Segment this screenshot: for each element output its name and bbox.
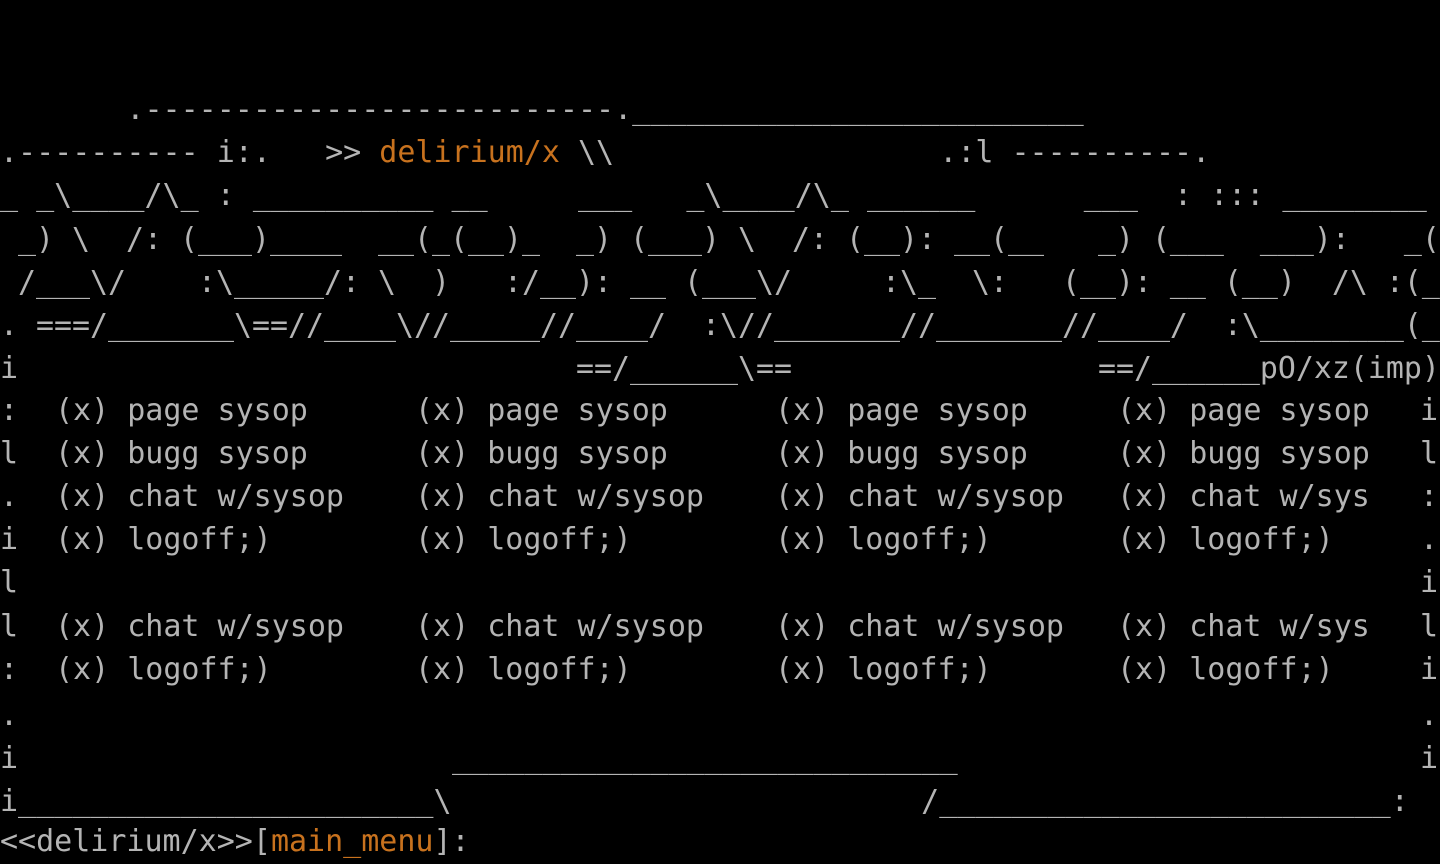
menu-spacer-row: li bbox=[0, 561, 1440, 604]
frame-left-char: l bbox=[0, 565, 19, 600]
frame-right-char: . bbox=[1420, 698, 1439, 733]
command-prompt[interactable]: <<delirium/x>>[main_menu]: bbox=[0, 820, 1440, 863]
menu-row: : (x) logoff;) (x) logoff;) (x) logoff;) (x)… bbox=[0, 648, 1440, 691]
banner-title-line: .---------- i:. >> delirium/x \\ .:l ---… bbox=[0, 131, 1440, 174]
frame-left-char: i bbox=[0, 741, 19, 776]
banner-line-5: /___\/ :\_____/: \ ) :/__): __ (___\/ :\… bbox=[0, 264, 1440, 300]
frame-left-char: . bbox=[0, 479, 19, 514]
menu-item[interactable]: (x) page sysop bbox=[775, 389, 1028, 432]
menu-item[interactable]: (x) chat w/sysop bbox=[775, 475, 1064, 518]
menu-item[interactable]: (x) chat w/sys bbox=[1117, 475, 1370, 518]
terminal-screen: .--------------------------.____________… bbox=[0, 0, 1440, 864]
banner-line-1: .--------------------------.____________… bbox=[0, 88, 1440, 131]
banner-title-suffix: \\ bbox=[559, 135, 615, 171]
frame-right-char: l bbox=[1420, 436, 1439, 471]
frame-right-char: : bbox=[1420, 479, 1439, 514]
menu-item[interactable]: (x) bugg sysop bbox=[1117, 432, 1370, 475]
frame-left-char: : bbox=[0, 393, 19, 428]
menu-item[interactable]: (x) logoff;) bbox=[775, 518, 992, 561]
banner-line-1-text: .--------------------------. bbox=[0, 92, 633, 127]
menu-item[interactable]: (x) bugg sysop bbox=[415, 432, 668, 475]
menu-row: i (x) logoff;) (x) logoff;) (x) logoff;) (x)… bbox=[0, 518, 1440, 561]
menu-item[interactable]: (x) chat w/sysop bbox=[55, 605, 344, 648]
banner-line-4: _) \ /: (___)____ __(_(__)_ _) (___) \ /… bbox=[0, 221, 1440, 257]
frame-line-footer-1: .. bbox=[0, 694, 1440, 737]
frame-bottom-border: i_______________________\ /_____________… bbox=[0, 784, 1409, 819]
menu-item[interactable]: (x) logoff;) bbox=[415, 518, 632, 561]
menu-row: l (x) bugg sysop (x) bugg sysop (x) bugg sy… bbox=[0, 432, 1440, 475]
bbs-title: delirium/x bbox=[379, 135, 560, 171]
menu-row: . (x) chat w/sysop (x) chat w/sysop (x) cha… bbox=[0, 475, 1440, 518]
menu-item[interactable]: (x) bugg sysop bbox=[775, 432, 1028, 475]
menu-item[interactable]: (x) logoff;) bbox=[775, 648, 992, 691]
menu-item[interactable]: (x) chat w/sysop bbox=[415, 475, 704, 518]
frame-mid-underline: ____________________________ bbox=[452, 741, 958, 776]
banner-title-prefix: .---------- i:. >> bbox=[0, 135, 380, 171]
banner-line-3: _ _\____/\_ : __________ __ ___ _\____/\… bbox=[0, 178, 1427, 214]
menu-item[interactable]: (x) chat w/sysop bbox=[775, 605, 1064, 648]
prompt-prefix: <<delirium/x>>[ bbox=[0, 824, 271, 859]
menu-item[interactable]: (x) logoff;) bbox=[55, 518, 272, 561]
menu-item[interactable]: (x) logoff;) bbox=[1117, 648, 1334, 691]
frame-right-char: l bbox=[1420, 609, 1439, 644]
menu-item[interactable]: (x) chat w/sysop bbox=[415, 605, 704, 648]
banner-line-7: i ==/______\== ==/______pO/xz(imp) bbox=[0, 351, 1440, 387]
menu-item[interactable]: (x) bugg sysop bbox=[55, 432, 308, 475]
menu-item[interactable]: (x) logoff;) bbox=[415, 648, 632, 691]
menu-item[interactable]: (x) chat w/sysop bbox=[55, 475, 344, 518]
menu-row: : (x) page sysop (x) page sysop (x) page sy… bbox=[0, 389, 1440, 432]
menu-item[interactable]: (x) logoff;) bbox=[1117, 518, 1334, 561]
frame-right-char: i bbox=[1420, 652, 1439, 687]
frame-left-char: l bbox=[0, 436, 19, 471]
menu-item[interactable]: (x) chat w/sys bbox=[1117, 605, 1370, 648]
menu-item[interactable]: (x) page sysop bbox=[415, 389, 668, 432]
banner-title-right: .:l ----------. bbox=[614, 135, 1211, 171]
frame-right-char: i bbox=[1420, 565, 1439, 600]
frame-left-char: l bbox=[0, 609, 19, 644]
frame-left-char: i bbox=[0, 522, 19, 557]
frame-right-char: . bbox=[1420, 522, 1439, 557]
banner-line-1b-text: _________________________ bbox=[632, 92, 1084, 127]
prompt-section: main_menu bbox=[270, 824, 434, 859]
menu-item[interactable]: (x) page sysop bbox=[55, 389, 308, 432]
menu-item[interactable]: (x) logoff;) bbox=[55, 648, 272, 691]
frame-left-char: : bbox=[0, 652, 19, 687]
menu-item[interactable]: (x) page sysop bbox=[1117, 389, 1370, 432]
frame-line-footer-2: i ____________________________ i bbox=[0, 737, 1440, 780]
frame-right-char: i bbox=[1420, 741, 1439, 776]
menu-row: l (x) chat w/sysop (x) chat w/sysop (x) cha… bbox=[0, 605, 1440, 648]
banner-line-6: . ===/_______\==//____\//_____//____/ :\… bbox=[0, 308, 1440, 343]
prompt-suffix: ]: bbox=[433, 824, 470, 859]
frame-left-char: . bbox=[0, 698, 19, 733]
frame-right-char: i bbox=[1420, 393, 1439, 428]
